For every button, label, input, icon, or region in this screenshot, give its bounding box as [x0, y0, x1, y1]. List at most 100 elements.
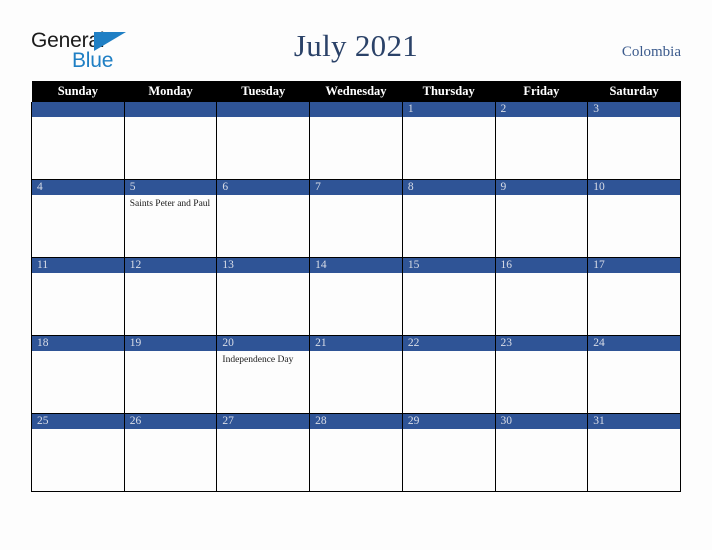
day-number: 22	[402, 336, 495, 351]
day-number: 9	[495, 180, 588, 195]
calendar-day-cell[interactable]: 24	[587, 335, 681, 414]
calendar-day-cell[interactable]: 29	[401, 413, 496, 492]
day-event-text: Independence Day	[222, 355, 294, 365]
weekday-header-row: Sunday Monday Tuesday Wednesday Thursday…	[31, 81, 681, 102]
day-event-text	[125, 351, 217, 354]
day-cell-inner: 11	[32, 258, 124, 335]
calendar-day-cell[interactable]: 12	[123, 257, 218, 336]
day-number: 11	[32, 258, 124, 273]
day-cell-inner: 19	[124, 336, 217, 413]
day-cell-inner: 20 Independence Day	[217, 336, 310, 413]
calendar-day-cell[interactable]: 5 Saints Peter and Paul	[123, 179, 218, 258]
day-number	[32, 102, 124, 117]
calendar-day-cell[interactable]: 20 Independence Day	[216, 335, 311, 414]
day-cell-inner: 27	[217, 414, 310, 491]
day-number: 16	[495, 258, 588, 273]
day-cell-inner: 7	[310, 180, 402, 257]
country-label: Colombia	[621, 44, 681, 60]
calendar-day-cell[interactable]: 3	[587, 102, 681, 180]
day-event-text	[496, 195, 588, 198]
day-cell-inner: 5 Saints Peter and Paul	[124, 180, 217, 257]
calendar-week-row: 25 26 27 28 29 30 31	[31, 413, 681, 492]
day-event-text	[310, 273, 402, 276]
calendar-day-cell[interactable]: 31	[587, 413, 681, 492]
day-cell-inner: 18	[32, 336, 124, 413]
day-number: 27	[217, 414, 310, 429]
day-number: 1	[402, 102, 495, 117]
day-event-text	[32, 273, 124, 276]
calendar-day-cell[interactable]: 23	[494, 335, 589, 414]
day-event-text	[310, 351, 402, 354]
day-cell-inner: 12	[124, 258, 217, 335]
calendar-day-cell[interactable]: 28	[309, 413, 403, 492]
day-event-text	[217, 117, 309, 120]
calendar-day-cell[interactable]: 16	[494, 257, 589, 336]
day-number: 14	[310, 258, 402, 273]
day-event-text	[217, 273, 309, 276]
calendar-day-cell[interactable]: 27	[216, 413, 311, 492]
calendar-day-cell[interactable]: 6	[216, 179, 311, 258]
day-event-text	[32, 351, 124, 354]
day-number: 13	[217, 258, 310, 273]
day-cell-inner: 25	[32, 414, 124, 491]
calendar-day-cell[interactable]	[309, 102, 403, 180]
day-number: 5	[124, 180, 217, 195]
calendar-day-cell[interactable]	[216, 102, 311, 180]
day-cell-inner: 16	[495, 258, 588, 335]
day-event-text	[310, 429, 402, 432]
day-cell-inner: 4	[32, 180, 124, 257]
calendar-day-cell[interactable]: 14	[309, 257, 403, 336]
calendar-day-cell[interactable]: 11	[31, 257, 125, 336]
calendar-day-cell[interactable]: 25	[31, 413, 125, 492]
day-cell-inner: 21	[310, 336, 402, 413]
calendar-day-cell[interactable]: 17	[587, 257, 681, 336]
day-cell-inner	[310, 102, 402, 179]
day-cell-inner: 14	[310, 258, 402, 335]
calendar-week-row: 18 19 20 Independence Day 21 22 23 24	[31, 335, 681, 414]
day-event-text	[588, 117, 680, 120]
calendar-day-cell[interactable]	[123, 102, 218, 180]
day-event-text	[310, 195, 402, 198]
calendar-day-cell[interactable]: 18	[31, 335, 125, 414]
day-number: 21	[310, 336, 402, 351]
day-cell-inner: 3	[588, 102, 680, 179]
day-cell-inner: 31	[588, 414, 680, 491]
day-number	[124, 102, 217, 117]
day-number: 18	[32, 336, 124, 351]
day-number: 30	[495, 414, 588, 429]
day-event-text	[32, 117, 124, 120]
calendar-day-cell[interactable]: 15	[401, 257, 496, 336]
calendar-day-cell[interactable]: 19	[123, 335, 218, 414]
calendar-day-cell[interactable]: 8	[401, 179, 496, 258]
calendar-day-cell[interactable]: 1	[401, 102, 496, 180]
day-event-text	[125, 117, 217, 120]
calendar-day-cell[interactable]: 4	[31, 179, 125, 258]
day-number: 19	[124, 336, 217, 351]
calendar-day-cell[interactable]: 21	[309, 335, 403, 414]
calendar-day-cell[interactable]: 22	[401, 335, 496, 414]
calendar-day-cell[interactable]: 13	[216, 257, 311, 336]
calendar-day-cell[interactable]	[31, 102, 125, 180]
day-cell-inner: 15	[402, 258, 495, 335]
day-number: 31	[588, 414, 680, 429]
day-number: 29	[402, 414, 495, 429]
calendar-day-cell[interactable]: 26	[123, 413, 218, 492]
day-number: 7	[310, 180, 402, 195]
weekday-header-monday: Monday	[124, 81, 217, 102]
weekday-header-tuesday: Tuesday	[216, 81, 310, 102]
page-header: General Blue July 2021 Colombia	[0, 0, 712, 80]
day-event-text	[32, 429, 124, 432]
calendar-week-row: 11 12 13 14 15 16 17	[31, 257, 681, 336]
day-number: 23	[495, 336, 588, 351]
calendar-day-cell[interactable]: 30	[494, 413, 589, 492]
day-number: 15	[402, 258, 495, 273]
day-number: 25	[32, 414, 124, 429]
day-number: 26	[124, 414, 217, 429]
calendar-day-cell[interactable]: 7	[309, 179, 403, 258]
day-event-text	[588, 429, 680, 432]
day-cell-inner	[217, 102, 310, 179]
calendar-day-cell[interactable]: 2	[494, 102, 589, 180]
calendar-day-cell[interactable]: 9	[494, 179, 589, 258]
day-event-text	[32, 195, 124, 198]
calendar-day-cell[interactable]: 10	[587, 179, 681, 258]
